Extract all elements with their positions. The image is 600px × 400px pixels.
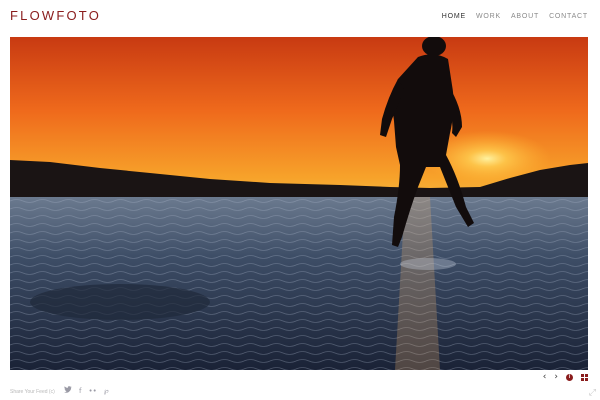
- next-arrow-icon[interactable]: ›: [554, 372, 558, 382]
- flickr-icon[interactable]: ••: [88, 387, 96, 395]
- nav-contact[interactable]: CONTACT: [549, 13, 588, 20]
- social-links: f •• ℘: [64, 386, 109, 395]
- site-header: FLOWFOTO HOME WORK ABOUT CONTACT: [0, 0, 600, 36]
- main-nav: HOME WORK ABOUT CONTACT: [442, 13, 588, 20]
- pinterest-icon[interactable]: ℘: [104, 387, 109, 395]
- nav-home[interactable]: HOME: [442, 13, 466, 20]
- grid-view-icon[interactable]: [581, 373, 588, 381]
- nav-about[interactable]: ABOUT: [511, 13, 539, 20]
- prev-arrow-icon[interactable]: ‹: [543, 372, 547, 382]
- site-logo[interactable]: FLOWFOTO: [10, 8, 101, 23]
- hero-photo[interactable]: [10, 37, 588, 370]
- footer-credit[interactable]: Share Your Feed (c): [10, 389, 55, 395]
- slideshow-controls: ‹ › i: [543, 372, 588, 382]
- sunset-jump-image: [10, 37, 588, 370]
- site-footer: Share Your Feed (c) f •• ℘ ‹ › i ⤢: [0, 370, 600, 400]
- nav-work[interactable]: WORK: [476, 13, 501, 20]
- info-icon[interactable]: i: [566, 373, 573, 381]
- twitter-icon[interactable]: [64, 386, 72, 395]
- fullscreen-icon[interactable]: ⤢: [589, 388, 596, 398]
- facebook-icon[interactable]: f: [79, 387, 81, 395]
